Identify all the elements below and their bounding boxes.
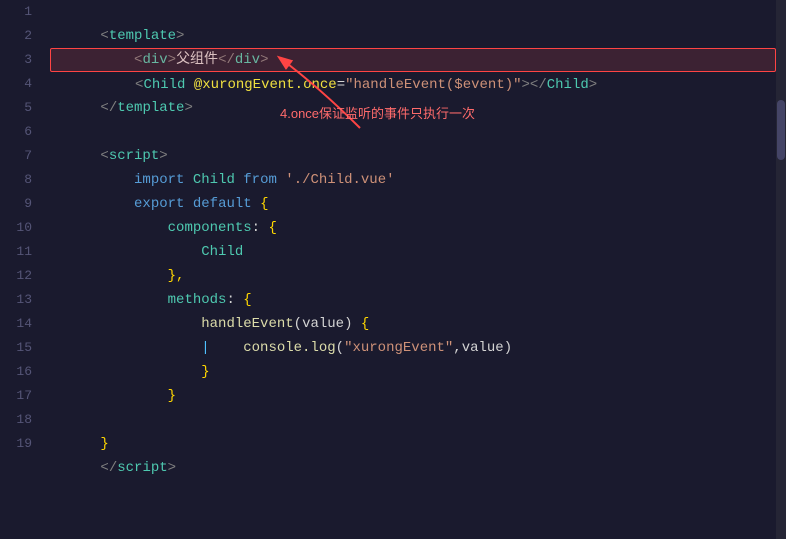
code-line-5 <box>50 96 776 120</box>
code-line-7: import Child from './Child.vue' <box>50 144 776 168</box>
token: > <box>168 460 176 476</box>
line-num-4: 4 <box>0 72 32 96</box>
line-num-10: 10 <box>0 216 32 240</box>
line-num-16: 16 <box>0 360 32 384</box>
code-line-6: <script> <box>50 120 776 144</box>
code-line-18: } <box>50 408 776 432</box>
line-num-1: 1 <box>0 0 32 24</box>
line-num-15: 15 <box>0 336 32 360</box>
token: script <box>117 460 167 476</box>
scrollbar-thumb[interactable] <box>777 100 785 160</box>
line-num-5: 5 <box>0 96 32 120</box>
code-line-3: <Child @xurongEvent.once="handleEvent($e… <box>50 48 776 72</box>
line-num-11: 11 <box>0 240 32 264</box>
line-num-2: 2 <box>0 24 32 48</box>
code-line-4: </template> <box>50 72 776 96</box>
code-line-11: }, <box>50 240 776 264</box>
line-num-14: 14 <box>0 312 32 336</box>
line-num-6: 6 <box>0 120 32 144</box>
line-num-3: 3 <box>0 48 32 72</box>
code-line-19: </script> <box>50 432 776 456</box>
code-line-9: components: { <box>50 192 776 216</box>
editor-container: 1 2 3 4 5 6 7 8 9 10 11 12 13 14 15 16 1… <box>0 0 786 539</box>
code-line-13: handleEvent(value) { <box>50 288 776 312</box>
code-line-2: <div>父组件</div> <box>50 24 776 48</box>
scrollbar[interactable] <box>776 0 786 539</box>
code-line-12: methods: { <box>50 264 776 288</box>
line-numbers: 1 2 3 4 5 6 7 8 9 10 11 12 13 14 15 16 1… <box>0 0 40 539</box>
line-num-19: 19 <box>0 432 32 456</box>
code-line-16: } <box>50 360 776 384</box>
code-line-1: <template> <box>50 0 776 24</box>
line-num-7: 7 <box>0 144 32 168</box>
code-area: <template> <div>父组件</div> <Child @xurong… <box>40 0 776 539</box>
line-num-9: 9 <box>0 192 32 216</box>
code-line-8: export default { <box>50 168 776 192</box>
token: </ <box>100 460 117 476</box>
line-num-13: 13 <box>0 288 32 312</box>
code-line-17 <box>50 384 776 408</box>
code-line-10: Child <box>50 216 776 240</box>
code-line-15: } <box>50 336 776 360</box>
line-num-8: 8 <box>0 168 32 192</box>
line-num-17: 17 <box>0 384 32 408</box>
line-num-12: 12 <box>0 264 32 288</box>
line-num-18: 18 <box>0 408 32 432</box>
code-line-14: | console.log("xurongEvent",value) <box>50 312 776 336</box>
